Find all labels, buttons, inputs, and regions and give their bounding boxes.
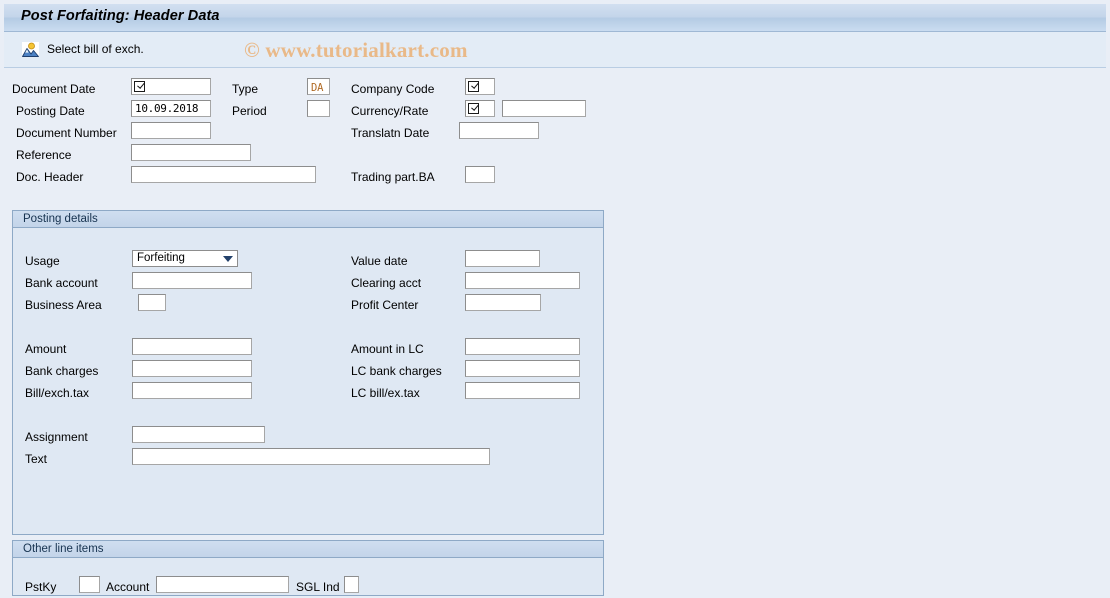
input-document-date[interactable]: [131, 78, 211, 95]
select-bill-of-exchange-button[interactable]: Select bill of exch.: [18, 36, 148, 62]
label-period: Period: [232, 104, 267, 118]
label-value-date: Value date: [351, 254, 408, 268]
label-bank-account: Bank account: [25, 276, 98, 290]
application-toolbar: Select bill of exch.: [4, 32, 1106, 68]
picture-icon: [22, 41, 39, 57]
other-line-items-title: Other line items: [23, 543, 104, 555]
input-clearing-account[interactable]: [465, 272, 580, 289]
input-text[interactable]: [132, 448, 490, 465]
window-title-bar: Post Forfaiting: Header Data: [4, 4, 1106, 32]
label-profit-center: Profit Center: [351, 298, 419, 312]
input-value-date[interactable]: [465, 250, 540, 267]
label-usage: Usage: [25, 254, 60, 268]
input-bill-exchange-tax[interactable]: [132, 382, 252, 399]
select-bill-of-exchange-label: Select bill of exch.: [47, 42, 144, 56]
label-document-number: Document Number: [16, 126, 117, 140]
input-amount-in-lc[interactable]: [465, 338, 580, 355]
input-doc-header-text[interactable]: [131, 166, 316, 183]
label-bank-charges: Bank charges: [25, 364, 99, 378]
input-business-area[interactable]: [138, 294, 166, 311]
label-account: Account: [106, 580, 150, 594]
input-assignment[interactable]: [132, 426, 265, 443]
input-sgl-indicator[interactable]: [344, 576, 359, 593]
input-lc-bank-charges[interactable]: [465, 360, 580, 377]
required-entry-icon: [134, 81, 145, 92]
input-bank-charges[interactable]: [132, 360, 252, 377]
label-text: Text: [25, 452, 48, 466]
input-posting-date[interactable]: 10.09.2018: [131, 100, 211, 117]
label-reference: Reference: [16, 148, 72, 162]
input-exchange-rate[interactable]: [502, 100, 586, 117]
label-business-area: Business Area: [25, 298, 102, 312]
input-lc-bill-exchange-tax[interactable]: [465, 382, 580, 399]
input-document-type[interactable]: DA: [307, 78, 330, 95]
other-line-items-group: Other line items PstKy Account SGL Ind: [12, 540, 604, 596]
label-type: Type: [232, 82, 259, 96]
label-currency-rate: Currency/Rate: [351, 104, 429, 118]
label-assignment: Assignment: [25, 430, 88, 444]
input-reference[interactable]: [131, 144, 251, 161]
label-posting-date: Posting Date: [16, 104, 85, 118]
label-translatn-date: Translatn Date: [351, 126, 430, 140]
label-amount-in-lc: Amount in LC: [351, 342, 424, 356]
label-pstky: PstKy: [25, 580, 57, 594]
required-entry-icon: [468, 103, 479, 114]
watermark-text: © www.tutorialkart.com: [244, 38, 468, 62]
label-document-date: Document Date: [12, 82, 96, 96]
label-company-code: Company Code: [351, 82, 435, 96]
chevron-down-icon: [223, 256, 233, 262]
dropdown-usage[interactable]: Forfeiting: [132, 250, 238, 267]
label-amount: Amount: [25, 342, 67, 356]
label-sgl-ind: SGL Ind: [296, 580, 340, 594]
other-line-items-group-header: Other line items: [13, 541, 603, 558]
posting-details-group-header: Posting details: [13, 211, 603, 228]
input-trading-partner-ba[interactable]: [465, 166, 495, 183]
dropdown-usage-value: Forfeiting: [137, 252, 185, 264]
label-trading-part-ba: Trading part.BA: [351, 170, 435, 184]
other-line-items-body: PstKy Account SGL Ind: [13, 558, 603, 595]
input-profit-center[interactable]: [465, 294, 541, 311]
page-title: Post Forfaiting: Header Data: [21, 8, 220, 24]
input-translation-date[interactable]: [459, 122, 539, 139]
label-bill-exch-tax: Bill/exch.tax: [25, 386, 90, 400]
input-account[interactable]: [156, 576, 289, 593]
input-period[interactable]: [307, 100, 330, 117]
input-document-number[interactable]: [131, 122, 211, 139]
sap-application-window: Post Forfaiting: Header Data Select bill…: [0, 0, 1110, 598]
label-lc-bank-charges: LC bank charges: [351, 364, 442, 378]
input-company-code[interactable]: [465, 78, 495, 95]
posting-details-body: Usage Forfeiting Value date Bank account…: [13, 228, 603, 534]
label-doc-header: Doc. Header: [16, 170, 84, 184]
label-clearing-acct: Clearing acct: [351, 276, 422, 290]
input-amount[interactable]: [132, 338, 252, 355]
posting-details-group: Posting details Usage Forfeiting Value d…: [12, 210, 604, 535]
required-entry-icon: [468, 81, 479, 92]
input-currency[interactable]: [465, 100, 495, 117]
main-content-area: Document Date Type DA Company Code Posti…: [4, 68, 1106, 596]
label-lc-bill-ex-tax: LC bill/ex.tax: [351, 386, 420, 400]
input-posting-key[interactable]: [79, 576, 100, 593]
document-type-value: DA: [311, 82, 324, 94]
input-bank-account[interactable]: [132, 272, 252, 289]
posting-details-title: Posting details: [23, 213, 98, 225]
